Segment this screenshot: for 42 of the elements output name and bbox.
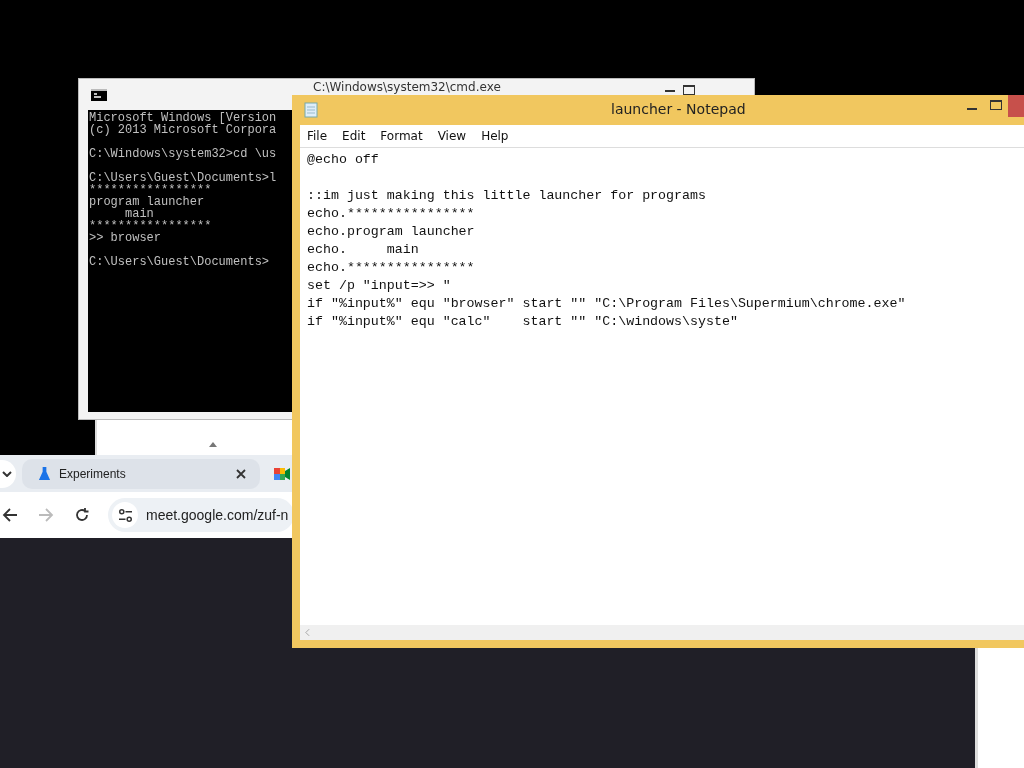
code-line: if "%input%" equ "browser" start "" "C:\Program Files\Supermium\chrome.exe" (307, 295, 906, 313)
console-line: C:\Users\Guest\Documents>l (89, 172, 277, 184)
maximize-icon[interactable] (683, 85, 695, 95)
console-line: ***************** (89, 184, 212, 196)
code-line: ::im just making this little launcher for programs (307, 187, 706, 205)
code-line: if "%input%" equ "calc" start "" "C:\windows\syste" (307, 313, 738, 331)
code-line: echo.**************** (307, 259, 475, 277)
flask-icon (38, 466, 51, 481)
console-line: program launcher (89, 196, 205, 208)
back-icon[interactable] (2, 507, 18, 523)
console-line: (c) 2013 Microsoft Corpora (89, 124, 277, 136)
menu-item[interactable]: Format (380, 129, 423, 143)
address-bar[interactable]: meet.google.com/zuf-n (108, 498, 294, 532)
console-line: C:\Windows\system32>cd \us (89, 148, 277, 160)
console-line: main (125, 208, 154, 220)
console-icon (91, 89, 107, 101)
menu-item[interactable]: Edit (342, 129, 366, 143)
horizontal-scrollbar[interactable] (300, 625, 1024, 640)
close-icon[interactable] (236, 468, 246, 479)
minimize-icon[interactable] (967, 108, 977, 112)
notepad-icon (304, 102, 318, 118)
console-line: ***************** (89, 220, 212, 232)
menu-item[interactable]: File (307, 129, 328, 143)
window-title: launcher - Notepad (611, 101, 746, 117)
menu-item[interactable]: Help (481, 129, 509, 143)
site-settings-icon[interactable] (112, 502, 138, 528)
code-line: echo.**************** (307, 205, 475, 223)
console-line: C:\Users\Guest\Documents> (89, 256, 270, 268)
window-title: C:\Windows\system32\cmd.exe (313, 80, 501, 94)
console-line: Microsoft Windows [Version (89, 112, 277, 124)
code-line: echo. main (307, 241, 419, 259)
code-line: echo.program launcher (307, 223, 475, 241)
video-camera-icon[interactable] (274, 466, 290, 481)
code-line: @echo off (307, 151, 379, 169)
menu-item[interactable]: View (437, 129, 467, 143)
code-line: set /p "input=>> " (307, 277, 451, 295)
caret-icon[interactable] (209, 442, 217, 447)
maximize-icon[interactable] (990, 100, 1002, 110)
console-line: >> browser (89, 232, 161, 244)
browser-tab[interactable]: Experiments (22, 458, 260, 489)
chevron-icon (2, 470, 12, 477)
reload-icon[interactable] (74, 507, 90, 523)
